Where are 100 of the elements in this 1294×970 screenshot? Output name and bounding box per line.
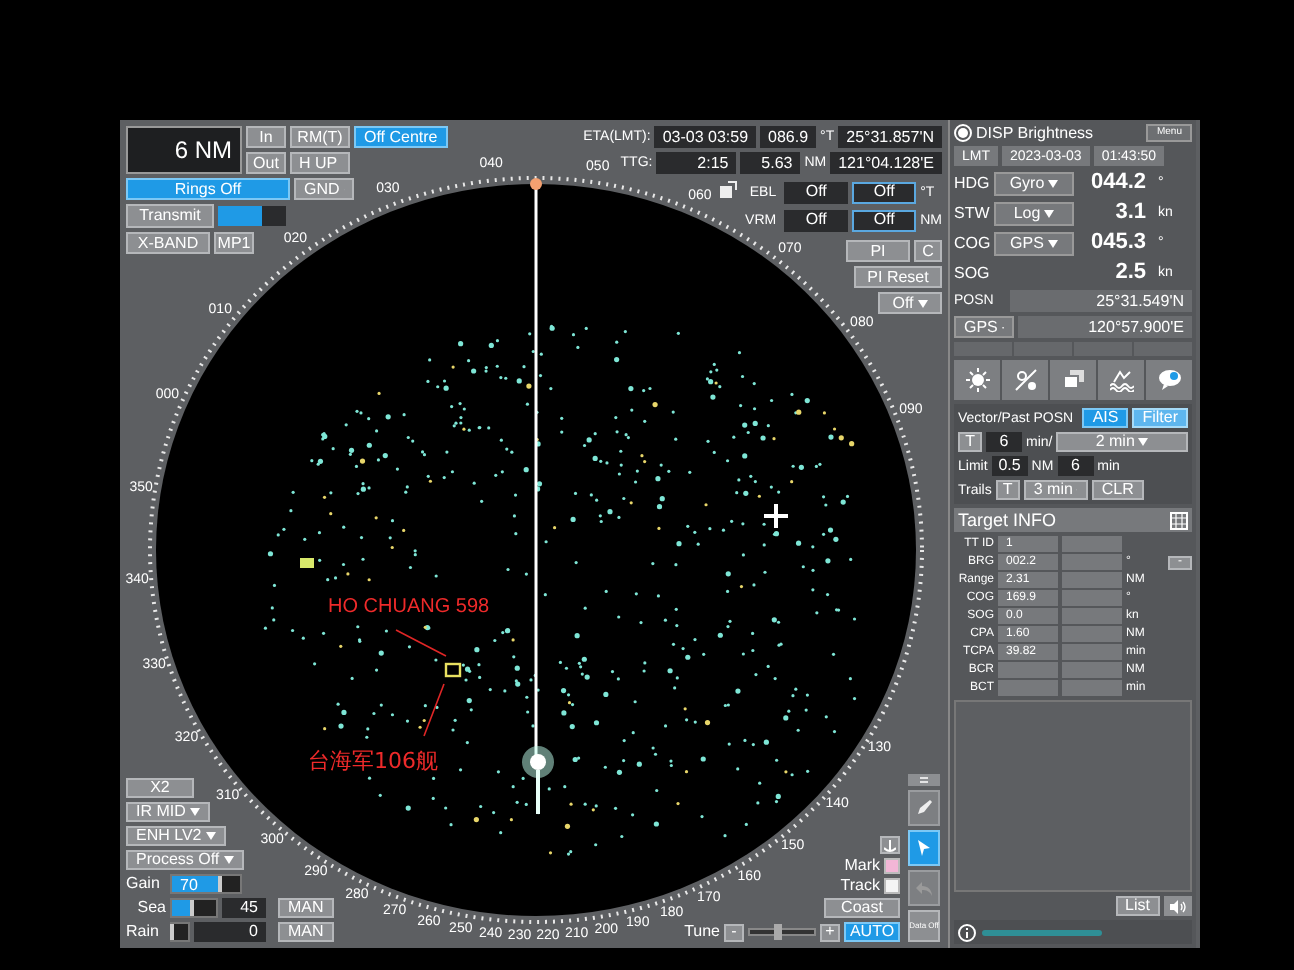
sea-state-button[interactable] [1098, 360, 1144, 400]
pencil-icon [914, 798, 934, 818]
slider-fill [172, 900, 192, 916]
rain-reading: 0 [194, 922, 266, 942]
range-display: 6 NM [126, 126, 242, 174]
tune-minus-button[interactable]: - [724, 923, 744, 941]
clear-button[interactable]: CLR [1091, 480, 1144, 500]
sensor-label: COG [954, 235, 990, 251]
interference-dropdown[interactable]: IR MID [126, 802, 210, 822]
latitude-value: 25°31.857'N [838, 126, 942, 148]
eta-value: 03-03 03:59 [654, 126, 757, 148]
tool-button[interactable] [908, 790, 940, 826]
limit-time-value: 6 [1057, 456, 1094, 476]
rain-mode-button[interactable]: MAN [278, 922, 334, 942]
color-swatch[interactable] [884, 878, 900, 894]
target-symbol [444, 662, 462, 678]
pi-clear-button[interactable]: C [914, 240, 942, 262]
enhance-dropdown[interactable]: ENH LV2 [126, 826, 226, 846]
info-icon[interactable] [958, 923, 976, 941]
tune-slider[interactable] [748, 928, 816, 936]
zoom-in-button[interactable]: In [246, 126, 286, 148]
tune-plus-button[interactable]: + [820, 923, 840, 941]
palette-button[interactable] [1050, 360, 1096, 400]
orientation-dropdown[interactable]: H UP [290, 152, 350, 174]
longitude-value: 120°57.900'E [1018, 316, 1192, 338]
leader-line [395, 629, 447, 657]
gain-slider[interactable]: 70 [170, 874, 242, 894]
filter-button[interactable]: Filter [1132, 408, 1188, 428]
bearing-value: 086.9 [760, 126, 817, 148]
undo-arrow-icon [914, 878, 934, 898]
waves-icon [1109, 368, 1133, 392]
off-centre-button[interactable]: Off Centre [354, 126, 448, 148]
tune-mode-button[interactable]: AUTO [844, 922, 900, 942]
message-button[interactable] [1146, 360, 1192, 400]
pulse-button[interactable]: MP1 [214, 232, 254, 254]
cursor-cross-icon [762, 502, 790, 530]
ttg-value: 2:15 [656, 152, 737, 174]
sun-slash-icon [1013, 368, 1037, 392]
tune-label: Tune [684, 924, 720, 940]
rings-button[interactable]: Rings Off [126, 178, 290, 200]
longitude-value: 121°04.128'E [830, 152, 942, 174]
section-title: Target INFO [958, 511, 1057, 529]
tool-button[interactable] [908, 830, 940, 866]
brightness-button[interactable] [954, 360, 1000, 400]
mark-label: Track [840, 878, 880, 894]
vector-mode-button[interactable]: T [958, 432, 982, 452]
menu-icon [920, 776, 928, 784]
grid-icon[interactable] [1170, 511, 1188, 529]
window-stack-icon [1061, 368, 1085, 392]
value-field: Off [852, 209, 917, 231]
sea-mode-button[interactable]: MAN [278, 898, 334, 918]
pi-reset-button[interactable]: PI Reset [854, 266, 942, 288]
sensor-label: SOG [954, 265, 990, 281]
source-dropdown[interactable]: Log [994, 201, 1074, 225]
latitude-value: 25°31.549'N [1010, 290, 1192, 312]
position-source-dropdown[interactable]: GPS [954, 316, 1014, 338]
pi-mode-dropdown[interactable]: Off [878, 292, 942, 314]
target-name-label: 台海军106舰 [308, 748, 438, 774]
limit-value: 0.5 [991, 456, 1028, 476]
trails-time-dropdown[interactable]: 3 min [1023, 480, 1088, 500]
past-time-dropdown[interactable]: 2 min [1056, 432, 1188, 452]
vector-time-value: 6 [986, 432, 1022, 452]
speech-bubble-icon [1157, 368, 1181, 392]
sensor-label: HDG [954, 175, 990, 191]
mark-label: Mark [844, 858, 880, 874]
process-dropdown[interactable]: Process Off [126, 850, 244, 870]
rain-slider[interactable] [170, 922, 190, 942]
ais-button[interactable]: AIS [1082, 408, 1129, 428]
value-field: Off [784, 209, 849, 231]
sound-button[interactable] [1164, 896, 1192, 916]
motion-mode-button[interactable]: RM(T) [290, 126, 350, 148]
stabilization-dropdown[interactable]: GND [294, 178, 354, 200]
slider-reading: 70 [180, 876, 198, 894]
zoom-out-button[interactable]: Out [246, 152, 286, 174]
pointer-icon [914, 838, 934, 858]
own-ship-echo [522, 746, 554, 814]
dimmer-button[interactable] [1002, 360, 1048, 400]
list-button[interactable]: List [1115, 896, 1160, 916]
source-dropdown[interactable]: GPS [994, 231, 1074, 255]
slider-fill [172, 876, 220, 892]
distance-value: 5.63 [740, 152, 801, 174]
stretch-button[interactable]: X2 [126, 778, 194, 798]
target-echo [300, 558, 314, 568]
heading-marker [530, 178, 542, 190]
band-button[interactable]: X-BAND [126, 232, 210, 254]
coast-button[interactable]: Coast [824, 898, 900, 918]
sensor-label: STW [954, 205, 990, 221]
anchor-icon [884, 839, 896, 851]
sea-label: Sea [135, 900, 166, 916]
sea-slider[interactable] [170, 898, 218, 918]
source-dropdown[interactable]: Gyro [994, 171, 1074, 195]
trails-mode-button[interactable]: T [995, 480, 1020, 500]
leader-line [423, 683, 445, 737]
menu-button[interactable] [908, 774, 940, 786]
layers-button[interactable] [880, 836, 900, 854]
color-swatch[interactable] [884, 858, 900, 874]
panel-title: DISP Brightness [976, 125, 1094, 141]
transmit-button[interactable]: Transmit [126, 204, 214, 228]
pi-button[interactable]: PI [846, 240, 910, 262]
gain-label: Gain [126, 876, 162, 892]
